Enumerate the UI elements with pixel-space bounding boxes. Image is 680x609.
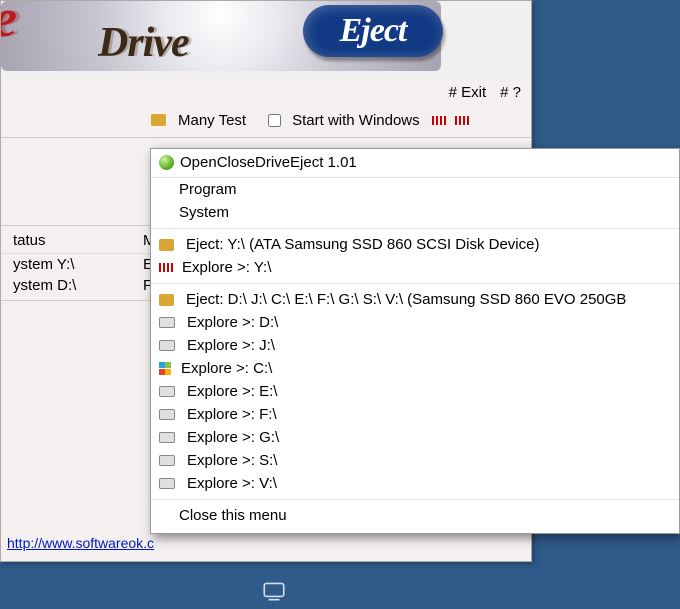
menu-explore-label: Explore >: D:\	[187, 314, 278, 331]
banner-ose-text: ose	[1, 1, 15, 49]
drive-icon	[159, 409, 175, 420]
exit-link[interactable]: # Exit	[449, 84, 487, 101]
menu-explore-s[interactable]: Explore >: S:\	[151, 449, 679, 472]
menu-eject-multi[interactable]: Eject: D:\ J:\ C:\ E:\ F:\ G:\ S:\ V:\ (…	[151, 288, 679, 311]
menu-explore-f[interactable]: Explore >: F:\	[151, 403, 679, 426]
menu-close[interactable]: Close this menu	[151, 504, 679, 527]
menu-row: Many Test Start with Windows	[1, 107, 531, 138]
status-url: http://www.softwareok.c	[7, 535, 154, 551]
menu-close-label: Close this menu	[179, 507, 287, 524]
drive-icon	[159, 478, 175, 489]
menu-explore-v[interactable]: Explore >: V:\	[151, 472, 679, 495]
menu-explore-label: Explore >: G:\	[187, 429, 279, 446]
start-with-windows-checkbox[interactable]	[268, 114, 281, 127]
drive-icon	[159, 386, 175, 397]
banner-eject-badge: Eject	[303, 5, 443, 57]
menu-explore-c[interactable]: Explore >: C:\	[151, 357, 679, 380]
menu-explore-label: Explore >: S:\	[187, 452, 277, 469]
drive-icon	[159, 317, 175, 328]
menu-explore-y-label: Explore >: Y:\	[182, 259, 271, 276]
app-icon	[159, 155, 174, 170]
menu-program[interactable]: Program	[151, 178, 679, 201]
taskbar-icon[interactable]	[256, 573, 292, 609]
banner-eject-text: Eject	[340, 12, 407, 50]
menu-explore-e[interactable]: Explore >: E:\	[151, 380, 679, 403]
drive-name: ystem D:\	[13, 277, 103, 294]
menu-system[interactable]: System	[151, 201, 679, 224]
menu-explore-d[interactable]: Explore >: D:\	[151, 311, 679, 334]
explore-icon	[159, 263, 174, 272]
drive-icon	[159, 340, 175, 351]
homepage-link[interactable]: http://www.softwareok.c	[7, 535, 154, 551]
menu-eject-multi-label: Eject: D:\ J:\ C:\ E:\ F:\ G:\ S:\ V:\ (…	[186, 291, 626, 308]
menu-title-row: OpenCloseDriveEject 1.01	[151, 149, 679, 178]
app-banner: ose ose Drive Drive Eject	[1, 1, 531, 81]
menu-eject-y-label: Eject: Y:\ (ATA Samsung SSD 860 SCSI Dis…	[186, 236, 539, 253]
menu-eject-y[interactable]: Eject: Y:\ (ATA Samsung SSD 860 SCSI Dis…	[151, 233, 679, 256]
banner-drive-text: Drive	[98, 19, 189, 67]
menu-explore-label: Explore >: J:\	[187, 337, 275, 354]
toolbar: # Exit # ?	[1, 81, 531, 107]
eject-icon	[159, 294, 174, 306]
glyph-icon	[455, 116, 470, 125]
drive-icon	[159, 432, 175, 443]
start-with-windows-label: Start with Windows	[292, 112, 420, 129]
menu-program-label: Program	[179, 181, 237, 198]
eject-icon	[159, 239, 174, 251]
menu-title: OpenCloseDriveEject 1.01	[180, 154, 357, 171]
menu-explore-label: Explore >: C:\	[181, 360, 272, 377]
drive-icon	[159, 455, 175, 466]
help-link[interactable]: # ?	[500, 84, 521, 101]
col-status-header[interactable]: tatus	[13, 232, 103, 249]
menu-explore-label: Explore >: F:\	[187, 406, 277, 423]
menu-explore-label: Explore >: V:\	[187, 475, 277, 492]
device-icon	[261, 578, 287, 604]
menu-explore-label: Explore >: E:\	[187, 383, 277, 400]
menu-system-label: System	[179, 204, 229, 221]
menu-text[interactable]: Many Test	[178, 112, 246, 129]
drive-name: ystem Y:\	[13, 256, 103, 273]
windows-icon	[159, 362, 173, 376]
menu-explore-y[interactable]: Explore >: Y:\	[151, 256, 679, 279]
context-menu: OpenCloseDriveEject 1.01 Program System …	[150, 148, 680, 534]
glyph-icon	[432, 116, 447, 125]
menu-explore-g[interactable]: Explore >: G:\	[151, 426, 679, 449]
menu-explore-j[interactable]: Explore >: J:\	[151, 334, 679, 357]
folder-icon	[151, 114, 166, 126]
